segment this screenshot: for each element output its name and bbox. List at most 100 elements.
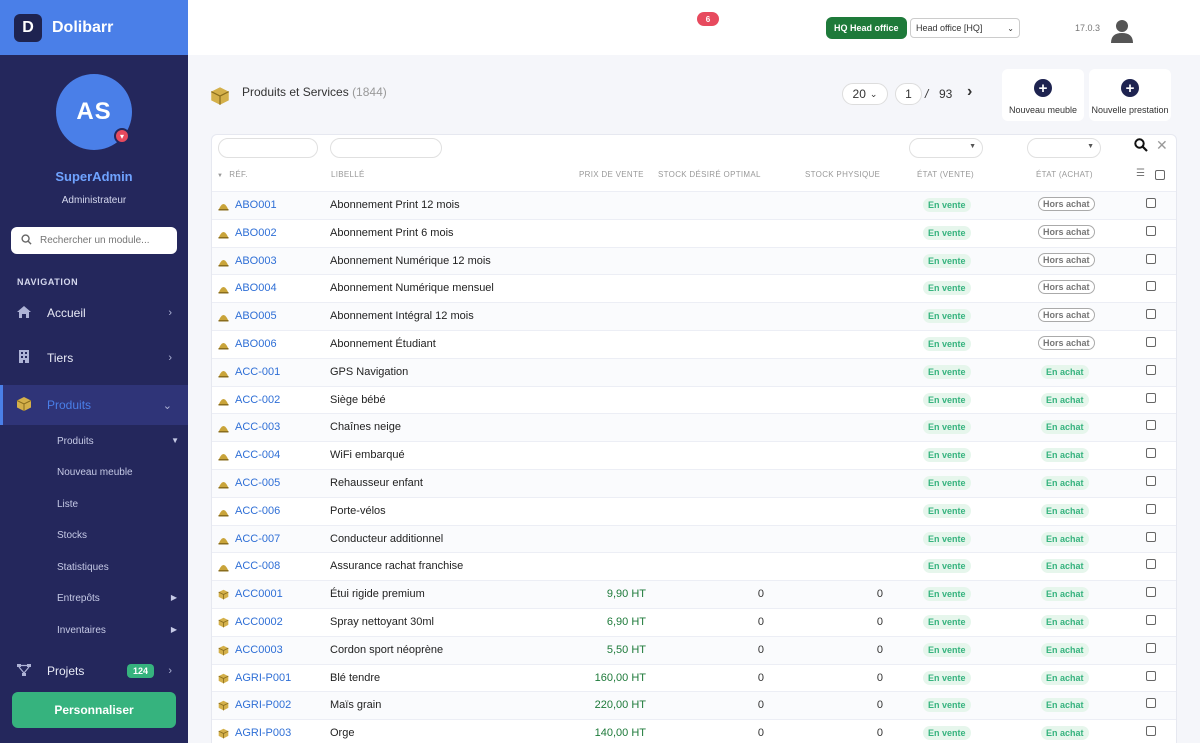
- module-search-input[interactable]: [40, 235, 160, 246]
- sidebar-subitem-produits[interactable]: Produits ▼: [57, 436, 179, 447]
- sidebar-subitem-inventaires[interactable]: Inventaires ▶: [57, 625, 177, 636]
- row-checkbox[interactable]: [1146, 420, 1156, 431]
- sidebar-item-accueil[interactable]: Accueil ›: [0, 293, 188, 333]
- col-header-etat-achat[interactable]: ÉTAT (ACHAT): [1036, 170, 1093, 179]
- product-ref-link[interactable]: AGRI-P002: [235, 699, 291, 711]
- product-ref-link[interactable]: ACC-007: [235, 533, 280, 545]
- entity-select[interactable]: Head office [HQ] ⌄: [910, 18, 1020, 38]
- product-ref-link[interactable]: ACC0003: [235, 644, 283, 656]
- product-ref-link[interactable]: AGRI-P003: [235, 727, 291, 739]
- row-checkbox[interactable]: [1146, 698, 1156, 709]
- row-checkbox[interactable]: [1146, 309, 1156, 320]
- col-header-label: RÉF.: [229, 170, 248, 179]
- row-checkbox[interactable]: [1146, 281, 1156, 292]
- product-ref-link[interactable]: ABO003: [235, 255, 277, 267]
- row-checkbox[interactable]: [1146, 531, 1156, 542]
- sidebar-subitem-label: Produits: [57, 436, 94, 447]
- product-label: Blé tendre: [330, 671, 381, 684]
- sale-status-filter[interactable]: ▼: [909, 138, 983, 158]
- chevron-down-icon: ⌄: [162, 399, 172, 412]
- product-ref-link[interactable]: ABO004: [235, 282, 277, 294]
- product-ref-link[interactable]: ACC0001: [235, 588, 283, 600]
- products-table: ▼ ▼ ✕ ▼ RÉF. LIBELLÉ PRIX DE VENTE STOCK …: [211, 134, 1177, 743]
- desired-stock: 0: [757, 643, 764, 656]
- module-search[interactable]: [11, 227, 177, 254]
- desired-stock: 0: [757, 616, 764, 628]
- table-row: ACC0001 Étui rigide premium 9,90 HT 0 0 En ve…: [212, 580, 1176, 608]
- user-name[interactable]: SuperAdmin: [0, 169, 188, 184]
- product-icon: [218, 645, 229, 656]
- ref-filter-input[interactable]: [218, 138, 318, 158]
- row-checkbox[interactable]: [1146, 670, 1156, 681]
- avatar-wrap[interactable]: AS ▾: [56, 74, 132, 150]
- next-page-icon[interactable]: ›: [967, 83, 972, 101]
- chevron-right-icon: ›: [168, 352, 172, 364]
- close-icon[interactable]: ✕: [1156, 137, 1168, 154]
- search-icon[interactable]: [1134, 138, 1148, 155]
- row-checkbox[interactable]: [1146, 615, 1156, 625]
- list-options-icon[interactable]: ☰: [1136, 168, 1145, 179]
- row-checkbox[interactable]: [1146, 476, 1156, 486]
- product-ref-link[interactable]: ACC-005: [235, 477, 280, 489]
- product-ref-link[interactable]: ACC0002: [235, 616, 283, 628]
- label-filter-input[interactable]: [330, 138, 442, 158]
- sale-price: 6,90 HT: [606, 616, 646, 628]
- personalize-button[interactable]: Personnaliser: [12, 692, 176, 728]
- current-page-input[interactable]: 1: [895, 83, 922, 105]
- product-ref-link[interactable]: ACC-006: [235, 505, 280, 517]
- sidebar-subitem-nouveau-meuble[interactable]: Nouveau meuble: [57, 467, 133, 478]
- sale-status-badge: En vente: [923, 559, 971, 574]
- product-ref-link[interactable]: ABO001: [235, 199, 277, 211]
- purchase-status-filter[interactable]: ▼: [1027, 138, 1101, 158]
- row-checkbox[interactable]: [1146, 726, 1156, 737]
- col-header-prix[interactable]: PRIX DE VENTE: [579, 170, 644, 179]
- sidebar-subitem-entrepots[interactable]: Entrepôts ▶: [57, 593, 177, 604]
- col-header-stock-desire[interactable]: STOCK DÉSIRÉ OPTIMAL: [658, 170, 761, 179]
- row-checkbox[interactable]: [1146, 448, 1156, 459]
- sidebar-item-tiers[interactable]: Tiers ›: [0, 338, 188, 378]
- product-ref-link[interactable]: ACC-001: [235, 366, 280, 378]
- sidebar-item-projets[interactable]: Projets 124 ›: [0, 651, 188, 691]
- brand[interactable]: D Dolibarr: [0, 0, 188, 55]
- col-header-libelle[interactable]: LIBELLÉ: [331, 170, 365, 179]
- col-header-etat-vente[interactable]: ÉTAT (VENTE): [917, 170, 974, 179]
- row-checkbox[interactable]: [1146, 337, 1156, 347]
- row-checkbox[interactable]: [1146, 559, 1156, 570]
- product-ref-link[interactable]: ACC-008: [235, 560, 280, 572]
- product-ref-link[interactable]: AGRI-P001: [235, 672, 291, 684]
- service-icon: [218, 311, 229, 322]
- col-header-stock-physique[interactable]: STOCK PHYSIQUE: [805, 170, 880, 179]
- product-ref-link[interactable]: ABO005: [235, 310, 277, 322]
- product-label: Rehausseur enfant: [330, 477, 423, 489]
- product-ref-link[interactable]: ABO006: [235, 338, 277, 350]
- new-furniture-button[interactable]: + Nouveau meuble: [1002, 69, 1084, 121]
- product-ref-link[interactable]: ACC-003: [235, 421, 280, 433]
- col-header-ref[interactable]: ▼ RÉF.: [217, 170, 248, 179]
- row-checkbox[interactable]: [1146, 587, 1156, 598]
- purchase-status-badge: En achat: [1041, 503, 1089, 518]
- product-ref-link[interactable]: ACC-002: [235, 394, 280, 406]
- notification-badge[interactable]: 6: [697, 12, 719, 26]
- select-all-checkbox[interactable]: [1155, 170, 1165, 180]
- page-size-select[interactable]: 20 ⌄: [842, 83, 888, 105]
- new-service-button[interactable]: + Nouvelle prestation: [1089, 69, 1171, 121]
- row-checkbox[interactable]: [1146, 392, 1156, 403]
- table-row: ACC-006 Porte-vélos En vente En achat: [212, 496, 1176, 525]
- user-avatar-icon[interactable]: [1110, 18, 1134, 44]
- row-checkbox[interactable]: [1146, 198, 1156, 208]
- sidebar-subitem-statistiques[interactable]: Statistiques: [57, 562, 109, 573]
- entity-badge[interactable]: HQ Head office: [826, 17, 907, 39]
- product-ref-link[interactable]: ACC-004: [235, 449, 280, 461]
- sidebar-subitem-liste[interactable]: Liste: [57, 499, 78, 510]
- service-icon: [218, 256, 229, 267]
- row-checkbox[interactable]: [1146, 503, 1156, 514]
- sidebar-item-produits[interactable]: Produits ⌄: [0, 385, 188, 425]
- row-checkbox[interactable]: [1146, 364, 1156, 375]
- row-checkbox[interactable]: [1146, 253, 1156, 264]
- row-checkbox[interactable]: [1146, 642, 1156, 653]
- page-title-text: Produits et Services: [242, 85, 349, 99]
- sidebar-subitem-stocks[interactable]: Stocks: [57, 530, 87, 541]
- chevron-down-icon[interactable]: ▾: [114, 128, 130, 144]
- product-ref-link[interactable]: ABO002: [235, 227, 277, 239]
- row-checkbox[interactable]: [1146, 225, 1156, 236]
